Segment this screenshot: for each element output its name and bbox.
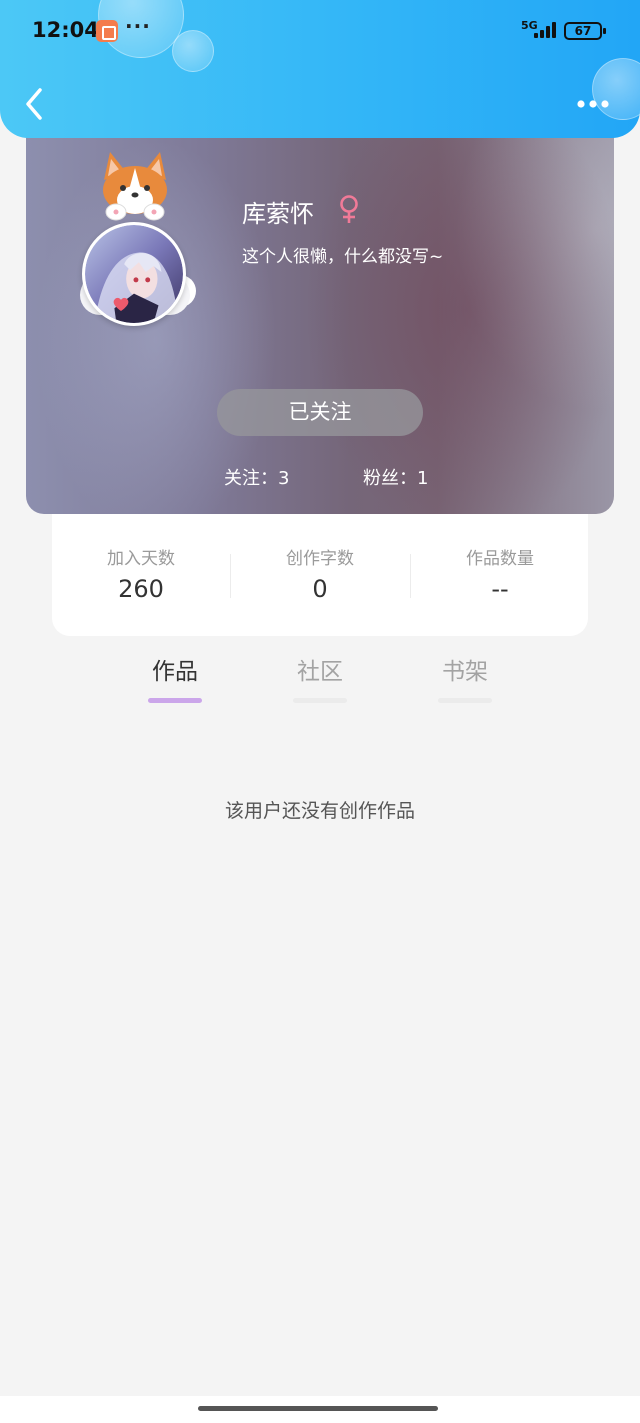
notification-app-icon bbox=[96, 20, 118, 42]
profile-card: 库萦怀 这个人很懒，什么都没写~ 已关注 关注：3 粉丝：1 bbox=[26, 110, 614, 514]
stat-word-count: 创作字数 0 bbox=[231, 544, 409, 603]
signal-icon bbox=[532, 22, 556, 38]
followed-button[interactable]: 已关注 bbox=[217, 389, 423, 436]
female-symbol-icon bbox=[340, 195, 358, 223]
corgi-frame-icon bbox=[103, 152, 167, 221]
status-time: 12:04 bbox=[32, 18, 99, 42]
stat-work-count: 作品数量 -- bbox=[411, 544, 589, 603]
tab-indicator bbox=[438, 698, 492, 703]
user-bio: 这个人很懒，什么都没写~ bbox=[242, 247, 444, 267]
gesture-bar bbox=[0, 1396, 640, 1423]
fans-count[interactable]: 粉丝：1 bbox=[363, 464, 428, 490]
stat-label: 创作字数 bbox=[286, 549, 354, 569]
decorative-bubble bbox=[172, 30, 214, 72]
following-count[interactable]: 关注：3 bbox=[224, 464, 289, 490]
user-name: 库萦怀 bbox=[242, 200, 314, 228]
stat-value: 0 bbox=[312, 575, 328, 603]
tab-label: 社区 bbox=[297, 659, 343, 685]
tab-label: 作品 bbox=[152, 659, 198, 685]
empty-state-message: 该用户还没有创作作品 bbox=[224, 800, 415, 822]
stat-value: -- bbox=[491, 575, 509, 603]
stat-label: 加入天数 bbox=[107, 549, 175, 569]
stat-join-days: 加入天数 260 bbox=[52, 544, 230, 603]
avatar[interactable] bbox=[74, 150, 194, 330]
stat-value: 260 bbox=[118, 575, 164, 603]
tab-community[interactable]: 社区 bbox=[275, 652, 365, 703]
tab-works[interactable]: 作品 bbox=[130, 652, 220, 703]
avatar-illustration bbox=[85, 225, 183, 323]
tab-bookshelf[interactable]: 书架 bbox=[420, 652, 510, 703]
stats-panel: 加入天数 260 创作字数 0 作品数量 -- bbox=[52, 514, 588, 636]
top-header: 12:04 ··· 5G 67 bbox=[0, 0, 640, 138]
avatar-image bbox=[82, 222, 186, 326]
back-button[interactable] bbox=[18, 84, 54, 124]
tab-label: 书架 bbox=[442, 659, 488, 685]
battery-icon: 67 bbox=[564, 22, 606, 40]
more-options-button[interactable] bbox=[574, 90, 614, 118]
stat-label: 作品数量 bbox=[466, 549, 534, 569]
heart-icon bbox=[113, 297, 129, 311]
tab-indicator bbox=[293, 698, 347, 703]
battery-level: 67 bbox=[574, 24, 592, 38]
status-more-indicator: ··· bbox=[125, 14, 151, 38]
tab-indicator bbox=[148, 698, 202, 703]
chevron-left-icon bbox=[26, 88, 42, 120]
more-horizontal-icon bbox=[577, 100, 609, 108]
home-indicator[interactable] bbox=[198, 1406, 438, 1411]
